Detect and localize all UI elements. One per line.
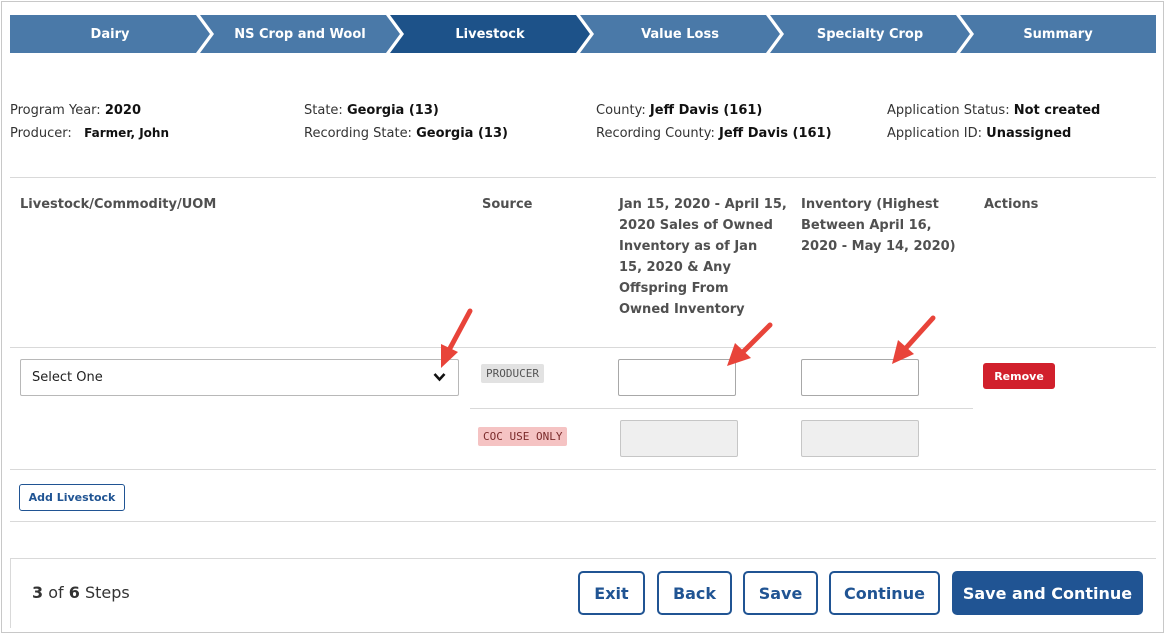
back-button[interactable]: Back bbox=[657, 571, 732, 615]
app-id-row: Application ID: Unassigned bbox=[887, 122, 1100, 145]
step-specialty-crop[interactable]: Specialty Crop bbox=[770, 15, 970, 53]
row-subdivider bbox=[470, 408, 973, 409]
recording-county-value: Jeff Davis (161) bbox=[719, 126, 832, 141]
current-step: 3 bbox=[32, 583, 44, 602]
info-col-1: Program Year: 2020 Producer: Farmer, Joh… bbox=[10, 99, 169, 145]
header-inventory-line: 2020 - May 14, 2020) bbox=[801, 239, 956, 254]
state-label: State: bbox=[304, 103, 343, 118]
header-actions: Actions bbox=[984, 197, 1039, 212]
producer-value: Farmer, John bbox=[84, 126, 170, 140]
step-counter: 3 of 6 Steps bbox=[32, 583, 130, 602]
header-sales-line: Owned Inventory bbox=[619, 302, 745, 317]
app-status-label: Application Status: bbox=[887, 103, 1010, 118]
header-livestock: Livestock/Commodity/UOM bbox=[20, 197, 217, 212]
recording-state-value: Georgia (13) bbox=[416, 126, 508, 141]
header-inventory-line: Inventory (Highest bbox=[801, 197, 939, 212]
info-col-4: Application Status: Not created Applicat… bbox=[887, 99, 1100, 145]
county-row: County: Jeff Davis (161) bbox=[596, 99, 832, 122]
step-value-loss[interactable]: Value Loss bbox=[580, 15, 780, 53]
total-steps: 6 bbox=[68, 583, 80, 602]
steps-word: Steps bbox=[84, 583, 130, 602]
step-dairy[interactable]: Dairy bbox=[10, 15, 210, 53]
header-inventory-line: Between April 16, bbox=[801, 218, 932, 233]
step-label: Specialty Crop bbox=[816, 26, 924, 42]
step-livestock[interactable]: Livestock bbox=[390, 15, 590, 53]
step-ns-crop-and-wool[interactable]: NS Crop and Wool bbox=[200, 15, 400, 53]
coc-inventory-input bbox=[801, 420, 919, 457]
coc-sales-input bbox=[620, 420, 738, 457]
header-sales: Jan 15, 2020 - April 15, 2020 Sales of O… bbox=[619, 194, 787, 320]
recording-county-label: Recording County: bbox=[596, 126, 715, 141]
livestock-select-value: Select One bbox=[32, 370, 103, 385]
livestock-select[interactable]: Select One bbox=[20, 359, 459, 396]
step-label: Summary bbox=[1023, 26, 1093, 42]
step-summary[interactable]: Summary bbox=[960, 15, 1156, 53]
producer-label: Producer: bbox=[10, 126, 72, 141]
header-sales-line: Offspring From bbox=[619, 281, 729, 296]
header-inventory: Inventory (Highest Between April 16, 202… bbox=[801, 194, 956, 257]
step-label: Livestock bbox=[455, 26, 525, 42]
recording-state-row: Recording State: Georgia (13) bbox=[304, 122, 508, 145]
county-label: County: bbox=[596, 103, 646, 118]
recording-county-row: Recording County: Jeff Davis (161) bbox=[596, 122, 832, 145]
chevron-down-icon bbox=[433, 373, 446, 382]
step-label: Value Loss bbox=[641, 26, 719, 42]
source-coc-badge: COC USE ONLY bbox=[478, 427, 568, 446]
program-year-value: 2020 bbox=[104, 103, 141, 118]
page-frame bbox=[1, 1, 1164, 633]
header-source: Source bbox=[482, 197, 533, 212]
producer-row: Producer: Farmer, John bbox=[10, 122, 169, 145]
step-label: NS Crop and Wool bbox=[234, 26, 366, 42]
source-producer-badge: PRODUCER bbox=[481, 364, 544, 383]
app-id-label: Application ID: bbox=[887, 126, 982, 141]
app-id-value: Unassigned bbox=[986, 126, 1072, 141]
info-col-3: County: Jeff Davis (161) Recording Count… bbox=[596, 99, 832, 145]
step-of: of bbox=[48, 583, 64, 602]
save-button[interactable]: Save bbox=[743, 571, 818, 615]
sales-input[interactable] bbox=[618, 359, 736, 396]
step-label: Dairy bbox=[90, 26, 130, 42]
divider bbox=[10, 177, 1156, 178]
divider bbox=[10, 521, 1156, 522]
divider bbox=[10, 347, 1156, 348]
remove-button[interactable]: Remove bbox=[983, 363, 1055, 389]
add-livestock-button[interactable]: Add Livestock bbox=[19, 484, 125, 511]
header-sales-line: 15, 2020 & Any bbox=[619, 260, 731, 275]
info-col-2: State: Georgia (13) Recording State: Geo… bbox=[304, 99, 508, 145]
inventory-input[interactable] bbox=[801, 359, 919, 396]
county-value: Jeff Davis (161) bbox=[649, 103, 763, 118]
header-sales-line: 2020 Sales of Owned bbox=[619, 218, 773, 233]
divider bbox=[10, 469, 1156, 470]
continue-button[interactable]: Continue bbox=[829, 571, 940, 615]
progress-stepper: Dairy NS Crop and Wool Livestock Value L… bbox=[10, 15, 1156, 53]
program-year-row: Program Year: 2020 bbox=[10, 99, 169, 122]
app-status-row: Application Status: Not created bbox=[887, 99, 1100, 122]
save-and-continue-button[interactable]: Save and Continue bbox=[952, 571, 1143, 615]
state-value: Georgia (13) bbox=[346, 103, 439, 118]
header-sales-line: Inventory as of Jan bbox=[619, 239, 758, 254]
header-sales-line: Jan 15, 2020 - April 15, bbox=[619, 197, 787, 212]
recording-state-label: Recording State: bbox=[304, 126, 412, 141]
app-status-value: Not created bbox=[1013, 103, 1101, 118]
state-row: State: Georgia (13) bbox=[304, 99, 508, 122]
exit-button[interactable]: Exit bbox=[578, 571, 645, 615]
program-year-label: Program Year: bbox=[10, 103, 101, 118]
